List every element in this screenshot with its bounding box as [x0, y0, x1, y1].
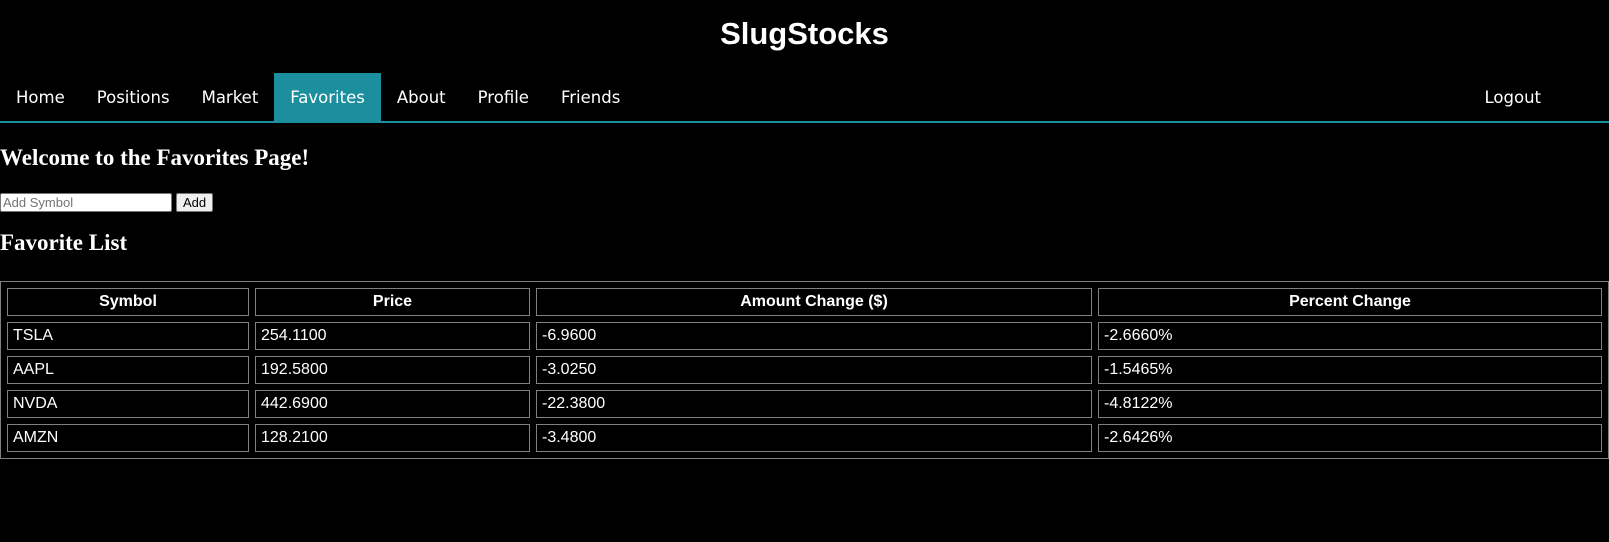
cell-symbol: NVDA	[7, 390, 249, 418]
logout-link[interactable]: Logout	[1469, 73, 1558, 121]
add-symbol-form: Add	[0, 193, 214, 212]
cell-amount-change: -3.4800	[536, 424, 1092, 452]
navbar: Home Positions Market Favorites About Pr…	[0, 73, 1609, 123]
table-header-row: Symbol Price Amount Change ($) Percent C…	[7, 288, 1602, 316]
column-header-symbol: Symbol	[7, 288, 249, 316]
cell-amount-change: -6.9600	[536, 322, 1092, 350]
nav-item-home[interactable]: Home	[0, 73, 81, 121]
app-title: SlugStocks	[720, 15, 889, 51]
column-header-price: Price	[255, 288, 530, 316]
site-header: SlugStocks	[0, 0, 1609, 73]
favorites-table: Symbol Price Amount Change ($) Percent C…	[0, 281, 1609, 459]
table-row: AMZN 128.2100 -3.4800 -2.6426%	[7, 424, 1602, 452]
cell-percent-change: -1.5465%	[1098, 356, 1602, 384]
nav-item-favorites[interactable]: Favorites	[274, 73, 381, 121]
cell-price: 254.1100	[255, 322, 530, 350]
cell-percent-change: -4.8122%	[1098, 390, 1602, 418]
cell-symbol: AAPL	[7, 356, 249, 384]
favorite-list-heading: Favorite List	[0, 230, 128, 255]
cell-amount-change: -22.3800	[536, 390, 1092, 418]
cell-price: 192.5800	[255, 356, 530, 384]
cell-price: 442.6900	[255, 390, 530, 418]
add-symbol-input[interactable]	[0, 193, 172, 212]
table-row: NVDA 442.6900 -22.3800 -4.8122%	[7, 390, 1602, 418]
column-header-amount-change: Amount Change ($)	[536, 288, 1092, 316]
column-header-percent-change: Percent Change	[1098, 288, 1602, 316]
nav-item-about[interactable]: About	[381, 73, 462, 121]
cell-percent-change: -2.6426%	[1098, 424, 1602, 452]
cell-symbol: AMZN	[7, 424, 249, 452]
nav-item-profile[interactable]: Profile	[462, 73, 545, 121]
nav-item-positions[interactable]: Positions	[81, 73, 186, 121]
nav-item-market[interactable]: Market	[186, 73, 275, 121]
favorites-table-container: Symbol Price Amount Change ($) Percent C…	[0, 281, 1609, 459]
cell-symbol: TSLA	[7, 322, 249, 350]
page-heading: Welcome to the Favorites Page!	[0, 145, 310, 170]
table-row: AAPL 192.5800 -3.0250 -1.5465%	[7, 356, 1602, 384]
nav-item-friends[interactable]: Friends	[545, 73, 636, 121]
cell-price: 128.2100	[255, 424, 530, 452]
cell-percent-change: -2.6660%	[1098, 322, 1602, 350]
cell-amount-change: -3.0250	[536, 356, 1092, 384]
add-button[interactable]: Add	[176, 193, 214, 212]
table-row: TSLA 254.1100 -6.9600 -2.6660%	[7, 322, 1602, 350]
